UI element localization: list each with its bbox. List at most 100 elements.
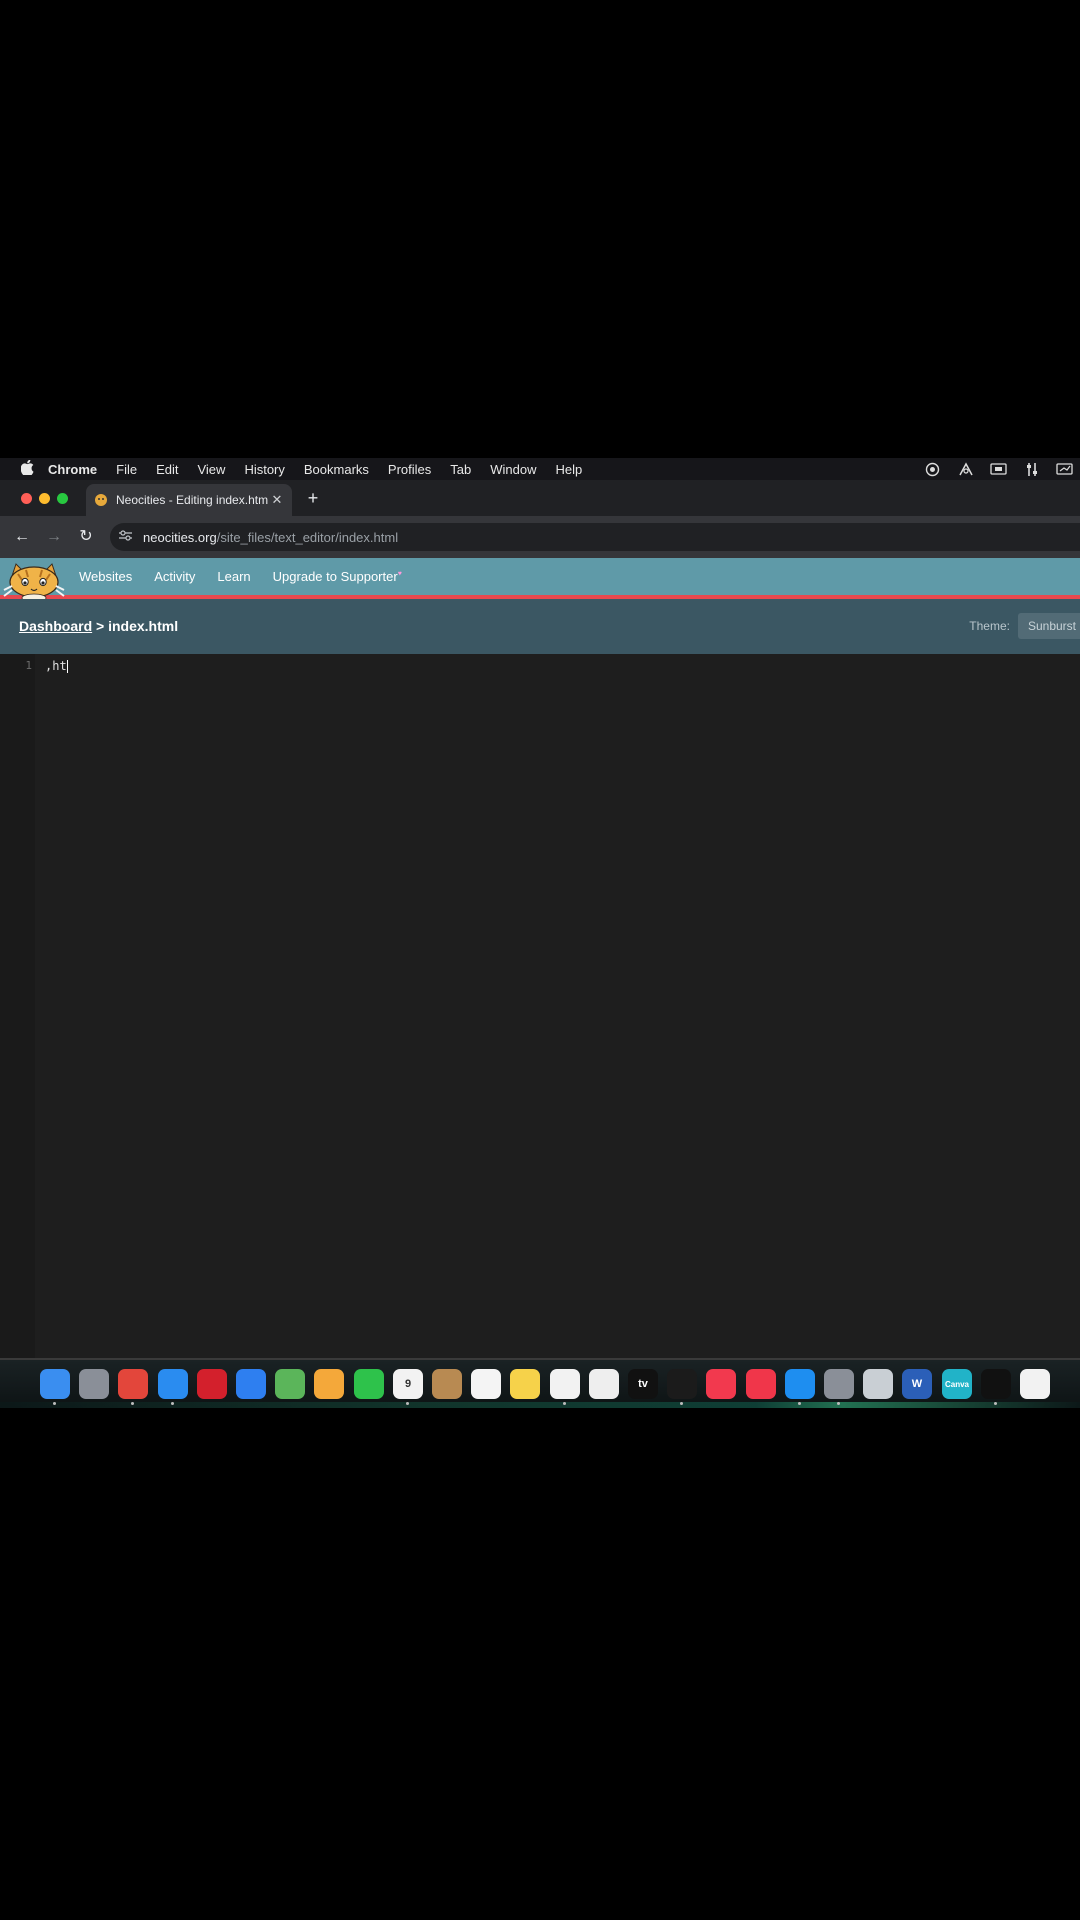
nav-learn-link[interactable]: Learn: [217, 569, 250, 584]
system-settings-icon[interactable]: [824, 1369, 854, 1399]
close-window-button[interactable]: [21, 493, 32, 504]
tab-strip: Neocities - Editing index.html ✕ +: [0, 480, 1080, 516]
line-number: 1: [25, 659, 32, 672]
menu-bookmarks[interactable]: Bookmarks: [304, 462, 369, 477]
dock-running-indicator: [837, 1402, 840, 1405]
dock-app-label: W: [911, 1378, 923, 1390]
apple-tv-icon[interactable]: tv: [628, 1369, 658, 1399]
menu-tab[interactable]: Tab: [450, 462, 471, 477]
reminders-icon[interactable]: [471, 1369, 501, 1399]
dock-app-label: tv: [638, 1378, 648, 1390]
terminal-icon[interactable]: [667, 1369, 697, 1399]
menu-app-name[interactable]: Chrome: [48, 462, 97, 477]
menu-history[interactable]: History: [244, 462, 284, 477]
dock-app-label: 9: [404, 1378, 412, 1390]
dock-highlight: [0, 1402, 1080, 1408]
status-area: [923, 458, 1074, 480]
code-text: ,ht: [45, 659, 68, 673]
chrome-icon[interactable]: [118, 1369, 148, 1399]
nordvpn-icon[interactable]: [1020, 1369, 1050, 1399]
back-icon[interactable]: ←: [11, 526, 33, 548]
breadcrumb: Dashboard > index.html: [19, 618, 178, 634]
word-icon[interactable]: W: [902, 1369, 932, 1399]
editor-header: Dashboard > index.html Theme: Sunburst: [0, 599, 1080, 654]
mail-icon[interactable]: [236, 1369, 266, 1399]
dock-running-indicator: [563, 1402, 566, 1405]
theme-select[interactable]: Sunburst: [1017, 613, 1080, 639]
text-cursor: [66, 659, 68, 673]
facetime-icon[interactable]: [354, 1369, 384, 1399]
menu-profiles[interactable]: Profiles: [388, 462, 431, 477]
nav-websites-link[interactable]: Websites: [79, 569, 132, 584]
photos-icon[interactable]: [314, 1369, 344, 1399]
clock-icon[interactable]: [589, 1369, 619, 1399]
breadcrumb-current-file: index.html: [108, 618, 179, 634]
tab-title: Neocities - Editing index.html: [116, 493, 268, 507]
dock-running-indicator: [798, 1402, 801, 1405]
site-nav: Websites Activity Learn Upgrade to Suppo…: [79, 558, 402, 595]
breadcrumb-dashboard-link[interactable]: Dashboard: [19, 618, 92, 634]
url-host: neocities.org: [143, 529, 217, 545]
address-bar[interactable]: neocities.org/site_files/text_editor/ind…: [110, 523, 1080, 551]
nav-activity-link[interactable]: Activity: [154, 569, 195, 584]
apple-menu-icon[interactable]: [18, 459, 36, 478]
dock-running-indicator: [131, 1402, 134, 1405]
breadcrumb-separator: >: [96, 618, 105, 634]
dock: 9 tv W Canva: [0, 1360, 1080, 1408]
zoom-window-button[interactable]: [57, 493, 68, 504]
screen: Chrome File Edit View History Bookmarks …: [0, 458, 1080, 1408]
calendar-icon[interactable]: 9: [393, 1369, 423, 1399]
neocities-favicon-icon: [94, 493, 108, 507]
reload-icon[interactable]: ↻: [75, 526, 97, 548]
line-gutter: [0, 654, 35, 1358]
menu-help[interactable]: Help: [556, 462, 583, 477]
roblox-icon[interactable]: [863, 1369, 893, 1399]
launchpad-icon[interactable]: [79, 1369, 109, 1399]
screen-record-icon[interactable]: [923, 462, 942, 477]
safari-icon[interactable]: [158, 1369, 188, 1399]
news-icon[interactable]: [746, 1369, 776, 1399]
code-editor[interactable]: 1 ,ht: [0, 654, 1080, 1358]
neocities-cat-logo-icon[interactable]: [2, 560, 66, 603]
tab-close-icon[interactable]: ✕: [268, 492, 286, 508]
site-settings-icon[interactable]: [117, 530, 133, 544]
new-tab-icon[interactable]: +: [304, 488, 322, 509]
heart-icon: ♥: [397, 570, 402, 578]
url-path: /site_files/text_editor/index.html: [216, 529, 399, 545]
code-line[interactable]: 1 ,ht: [0, 657, 1080, 674]
music-icon[interactable]: [706, 1369, 736, 1399]
contacts-icon[interactable]: [432, 1369, 462, 1399]
menu-bar: Chrome File Edit View History Bookmarks …: [0, 458, 1080, 480]
dock-running-indicator: [994, 1402, 997, 1405]
nav-upgrade-link[interactable]: Upgrade to Supporter♥: [273, 569, 402, 584]
dock-running-indicator: [171, 1402, 174, 1405]
theme-picker: Theme: Sunburst: [969, 613, 1080, 639]
display-icon[interactable]: [1055, 462, 1074, 477]
screen-mirror-icon[interactable]: [989, 462, 1008, 477]
tidal-icon[interactable]: [981, 1369, 1011, 1399]
menu-view[interactable]: View: [197, 462, 225, 477]
canva-icon[interactable]: Canva: [942, 1369, 972, 1399]
opera-icon[interactable]: [197, 1369, 227, 1399]
theme-label: Theme:: [969, 619, 1010, 633]
upgrade-label: Upgrade to Supporter: [272, 569, 398, 584]
code-line-text: ,ht: [45, 658, 67, 673]
forward-icon[interactable]: →: [43, 526, 65, 548]
app-store-icon[interactable]: [785, 1369, 815, 1399]
dock-running-indicator: [53, 1402, 56, 1405]
minimize-window-button[interactable]: [39, 493, 50, 504]
maps-icon[interactable]: [275, 1369, 305, 1399]
menu-file[interactable]: File: [116, 462, 137, 477]
dock-running-indicator: [680, 1402, 683, 1405]
menu-edit[interactable]: Edit: [156, 462, 178, 477]
dock-running-indicator: [406, 1402, 409, 1405]
control-sliders-icon[interactable]: [1022, 462, 1041, 477]
vpn-icon[interactable]: [956, 461, 975, 477]
browser-toolbar: ← → ↻ neocities.org/site_files/text_edit…: [0, 516, 1080, 558]
finder-icon[interactable]: [40, 1369, 70, 1399]
browser-tab[interactable]: Neocities - Editing index.html ✕: [86, 484, 292, 516]
dock-app-label: Canva: [944, 1379, 969, 1389]
menu-window[interactable]: Window: [490, 462, 536, 477]
notes-icon[interactable]: [510, 1369, 540, 1399]
freeform-icon[interactable]: [550, 1369, 580, 1399]
